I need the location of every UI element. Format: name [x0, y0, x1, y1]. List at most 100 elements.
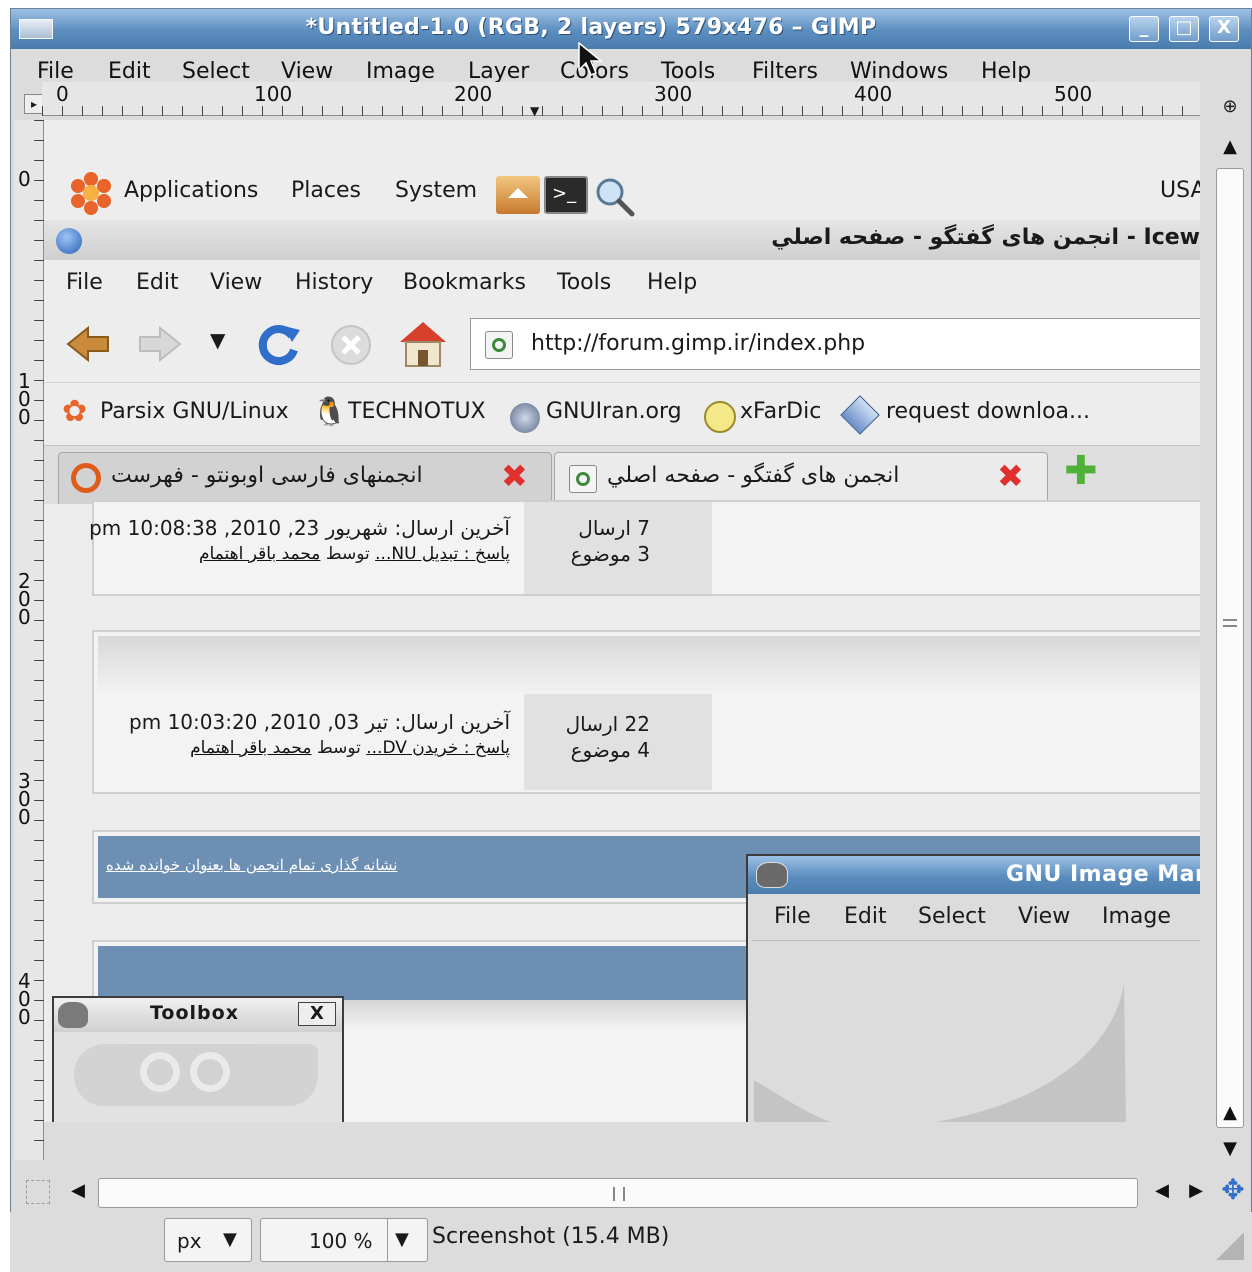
browser-title: انجمن های گفتگو - صفحه اصلي - Icew	[771, 225, 1200, 250]
author-link[interactable]: محمد باقر اهتمام	[199, 544, 320, 564]
image-window-title: GNU Image Man	[1006, 862, 1200, 887]
resize-grip-icon[interactable]	[1216, 1232, 1244, 1260]
tab-ubuntu-forums[interactable]: انجمنهای فارسی اوبونتو - فهرست ✖	[58, 452, 552, 504]
menu-edit[interactable]: Edit	[108, 59, 151, 84]
zoom-value[interactable]: 100 %	[309, 1229, 373, 1253]
menu-view[interactable]: View	[281, 59, 333, 84]
panel-applications[interactable]: Applications	[124, 178, 258, 203]
desktop-panel: Applications Places System >_ USA	[44, 120, 1200, 228]
ruler-label-0: 0	[56, 82, 69, 106]
horizontal-ruler[interactable]: 0 100 200 300 400 500 ▼	[42, 82, 1200, 118]
inner-menu-image[interactable]: Image	[1102, 904, 1171, 929]
last-reply-link[interactable]: پاسخ : تبدیل NU...	[375, 544, 510, 564]
minimize-button[interactable]: _	[1129, 16, 1159, 42]
panel-places[interactable]: Places	[291, 178, 361, 203]
browser-menu-bookmarks[interactable]: Bookmarks	[403, 270, 526, 295]
posts-count: 22 ارسال	[565, 712, 650, 736]
new-tab-plus-icon[interactable]: ✚	[1064, 448, 1098, 494]
panel-locale[interactable]: USA	[1160, 178, 1200, 203]
xfardic-icon	[704, 401, 736, 433]
last-reply-line: پاسخ : خریدن DV... توسط محمد باقر اهتمام	[190, 738, 510, 758]
zoom-select[interactable]: 100 % ▼	[260, 1218, 428, 1262]
inner-menu-file[interactable]: File	[774, 904, 811, 929]
topics-count: 4 موضوع	[570, 738, 650, 762]
history-dropdown-icon[interactable]: ▼	[210, 328, 225, 352]
menu-help[interactable]: Help	[981, 59, 1031, 84]
bookmark-xfardic[interactable]: xFarDic	[740, 399, 821, 424]
author-link[interactable]: محمد باقر اهتمام	[190, 738, 311, 758]
toolbox-window[interactable]: Toolbox X	[52, 996, 344, 1122]
menu-layer[interactable]: Layer	[468, 59, 529, 84]
stop-icon[interactable]	[330, 324, 372, 366]
quick-mask-toggle-icon[interactable]: ▸	[24, 94, 44, 114]
menu-image[interactable]: Image	[366, 59, 435, 84]
menu-file[interactable]: File	[37, 59, 74, 84]
gnuiran-icon	[510, 403, 540, 433]
maximize-button[interactable]: □	[1169, 16, 1199, 42]
inner-menu-select[interactable]: Select	[918, 904, 986, 929]
zoom-navigate-icon[interactable]: ⊕	[1216, 96, 1244, 124]
search-icon[interactable]	[594, 176, 636, 218]
menu-tools[interactable]: Tools	[661, 59, 715, 84]
tab-close-icon[interactable]: ✖	[501, 457, 528, 495]
toolbox-titlebar[interactable]: Toolbox X	[54, 998, 342, 1032]
toolbox-close-button[interactable]: X	[298, 1002, 336, 1026]
menu-filters[interactable]: Filters	[752, 59, 818, 84]
close-button[interactable]: X	[1209, 16, 1239, 42]
wilber-icon	[58, 1002, 88, 1028]
navigate-move-icon[interactable]: ✥	[1218, 1176, 1248, 1206]
scroll-right-arrow-icon[interactable]: ▶	[1184, 1180, 1208, 1201]
panel-system[interactable]: System	[395, 178, 477, 203]
ruler-label-100: 100	[254, 82, 293, 106]
home-folder-icon[interactable]	[496, 176, 540, 214]
url-bar[interactable]: http://forum.gimp.ir/index.php	[470, 318, 1200, 370]
scroll-left-arrow-icon[interactable]: ◀	[66, 1180, 90, 1201]
vertical-ruler[interactable]: 0 1 0 0 2 0 0 3 0 0 4 0 0	[14, 120, 44, 1160]
title-bar[interactable]: *Untitled-1.0 (RGB, 2 layers) 579x476 – …	[11, 9, 1251, 49]
menu-windows[interactable]: Windows	[850, 59, 948, 84]
image-canvas[interactable]: Applications Places System >_ USA انجمن …	[44, 120, 1200, 1122]
bookmark-request-download[interactable]: request downloa...	[886, 399, 1090, 424]
browser-menu-file[interactable]: File	[66, 270, 103, 295]
bookmark-technotux[interactable]: TECHNOTUX	[348, 399, 486, 424]
forward-arrow-icon[interactable]	[138, 324, 182, 364]
mark-all-read-link[interactable]: نشانه گذاری تمام انجمن ها بعنوان خوانده …	[106, 856, 397, 874]
terminal-icon[interactable]: >_	[544, 176, 588, 214]
menu-select[interactable]: Select	[182, 59, 250, 84]
unit-value: px	[177, 1229, 202, 1253]
browser-menu-history[interactable]: History	[295, 270, 373, 295]
tab-close-icon[interactable]: ✖	[997, 457, 1024, 495]
browser-menu-help[interactable]: Help	[647, 270, 697, 295]
navigation-toolbar: ▼ http://forum.gimp.ir/index.php	[44, 308, 1200, 380]
last-reply-link[interactable]: پاسخ : خریدن DV...	[366, 738, 510, 758]
unit-select[interactable]: px ▼	[164, 1218, 252, 1262]
browser-menu-view[interactable]: View	[210, 270, 262, 295]
browser-menu-edit[interactable]: Edit	[136, 270, 179, 295]
inner-menu-view[interactable]: View	[1018, 904, 1070, 929]
url-text[interactable]: http://forum.gimp.ir/index.php	[531, 331, 865, 356]
home-icon[interactable]	[398, 320, 448, 368]
scroll-up-arrow-icon[interactable]: ▲	[1212, 136, 1248, 157]
horizontal-scrollbar[interactable]: ◀ ◀ ▶	[24, 1176, 1214, 1210]
bookmark-parsix[interactable]: Parsix GNU/Linux	[100, 399, 289, 424]
scroll-left-small-arrow-icon[interactable]: ◀	[1150, 1180, 1174, 1201]
quick-mask-icon[interactable]	[26, 1180, 50, 1204]
back-arrow-icon[interactable]	[66, 324, 110, 364]
scroll-up-small-arrow-icon[interactable]: ▲	[1212, 1102, 1248, 1123]
reload-icon[interactable]	[256, 322, 302, 368]
vruler-label-200: 2 0 0	[18, 569, 31, 629]
vertical-scroll-thumb[interactable]	[1216, 168, 1244, 1128]
inner-menu-edit[interactable]: Edit	[844, 904, 887, 929]
tab-label: انجمن های گفتگو - صفحه اصلي	[607, 463, 900, 488]
vertical-scrollbar[interactable]: ▲ ▲ ▼	[1212, 130, 1248, 1164]
browser-titlebar[interactable]: انجمن های گفتگو - صفحه اصلي - Icew	[44, 220, 1200, 260]
stats-cell: 22 ارسال 4 موضوع	[524, 694, 712, 790]
browser-menu-tools[interactable]: Tools	[557, 270, 611, 295]
horizontal-scroll-thumb[interactable]	[98, 1178, 1138, 1208]
gimp-image-window[interactable]: GNU Image Man File Edit Select View Imag…	[746, 854, 1200, 1122]
tab-forum-home[interactable]: انجمن های گفتگو - صفحه اصلي ✖	[554, 452, 1048, 504]
site-identity-icon[interactable]	[485, 331, 513, 359]
image-window-titlebar[interactable]: GNU Image Man	[748, 856, 1200, 894]
scroll-down-arrow-icon[interactable]: ▼	[1212, 1138, 1248, 1159]
bookmark-gnuiran[interactable]: GNUIran.org	[546, 399, 682, 424]
